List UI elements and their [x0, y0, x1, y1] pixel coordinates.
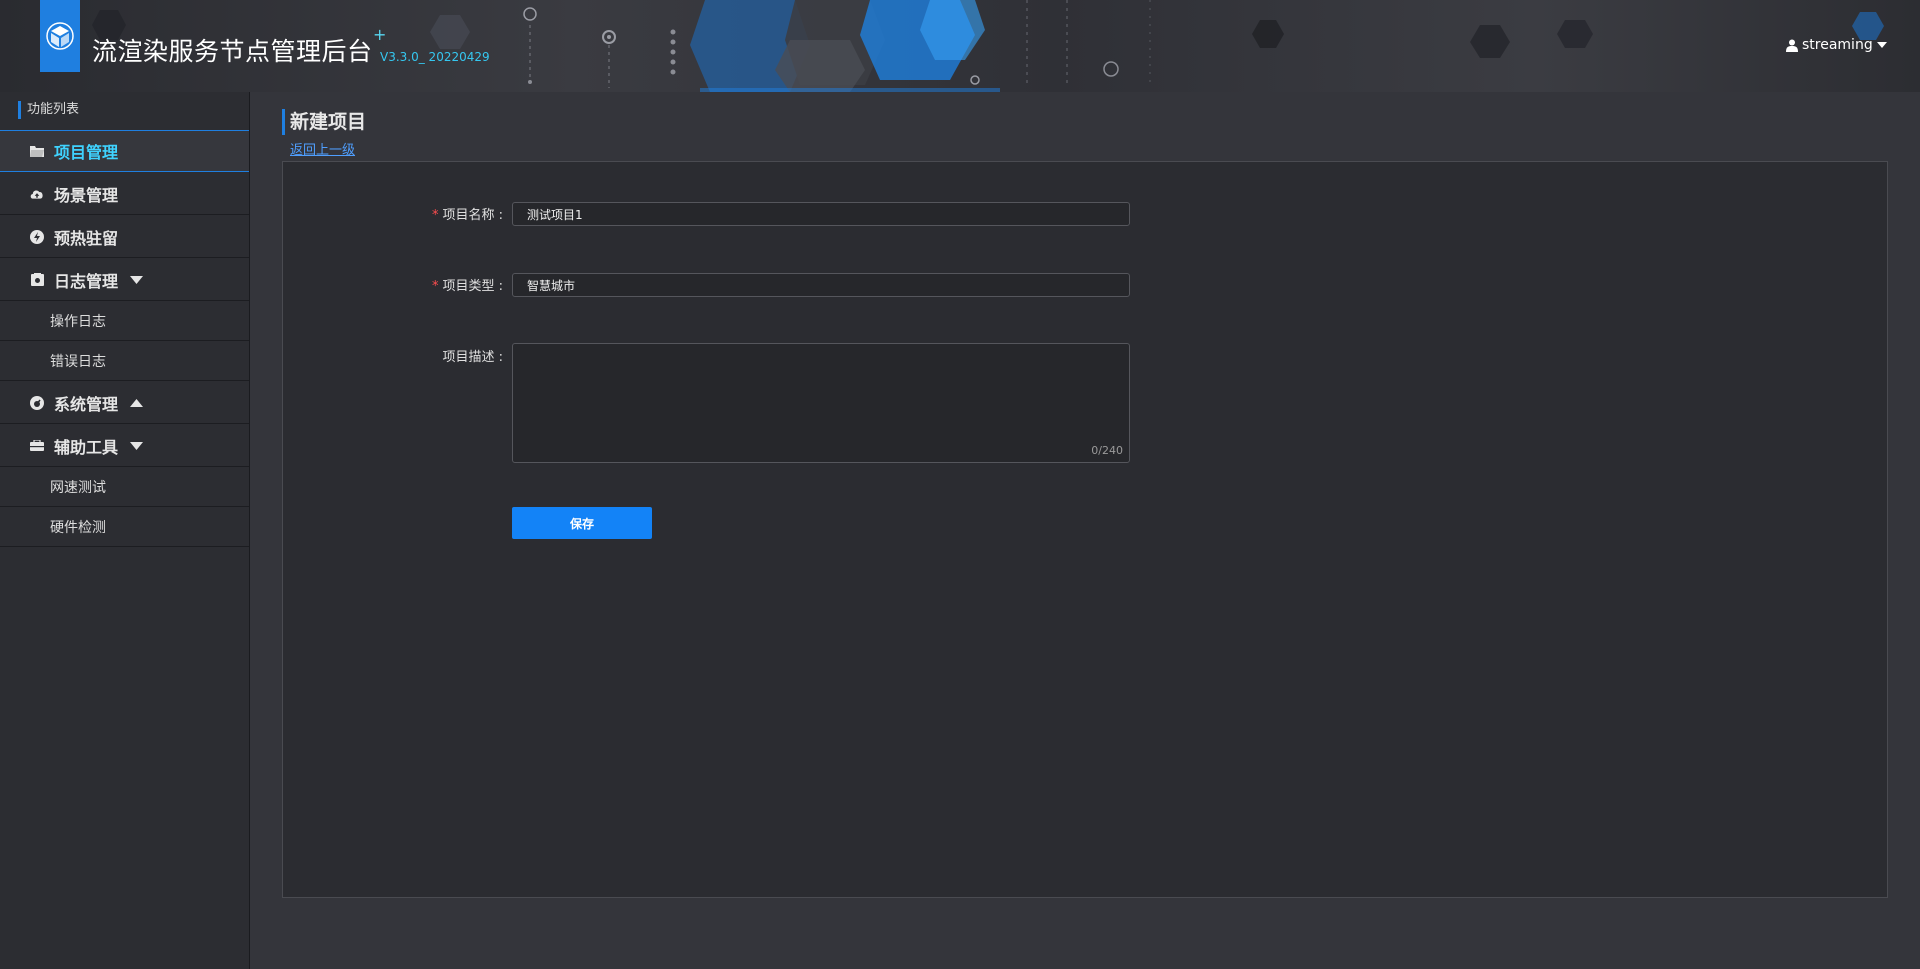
sidebar-item-label: 硬件检测	[50, 520, 106, 536]
sidebar-item-scene-management[interactable]: 场景管理	[0, 173, 249, 215]
username: streaming	[1802, 37, 1873, 53]
sidebar-item-log-management[interactable]: 日志管理	[0, 259, 249, 301]
folder-icon	[30, 144, 44, 158]
chevron-up-icon	[130, 398, 144, 407]
user-menu[interactable]: streaming	[1786, 37, 1887, 53]
app-logo	[40, 0, 80, 72]
cloud-upload-icon	[30, 187, 44, 201]
sidebar-item-label: 操作日志	[50, 314, 106, 330]
sidebar-item-network-speed-test[interactable]: 网速测试	[0, 468, 249, 507]
project-description-textarea[interactable]	[513, 344, 1129, 462]
chevron-down-icon	[130, 441, 144, 450]
new-project-form: *项目名称 : *项目类型 : 项目描述 : 0/240 保存	[282, 161, 1888, 898]
sidebar-item-label: 网速测试	[50, 480, 106, 496]
project-type-label-text: 项目类型 :	[442, 279, 503, 294]
project-type-input[interactable]	[512, 273, 1130, 297]
required-mark: *	[431, 208, 439, 223]
sidebar-item-label: 错误日志	[50, 354, 106, 370]
app-version: V3.3.0_ 20220429	[380, 50, 490, 64]
project-name-input[interactable]	[512, 202, 1130, 226]
sidebar-item-label: 预热驻留	[54, 228, 119, 248]
description-char-count: 0/240	[1091, 444, 1123, 457]
sidebar-item-operation-log[interactable]: 操作日志	[0, 302, 249, 341]
required-mark: *	[431, 279, 439, 294]
sidebar: 功能列表 项目管理 场景管理 预热驻留 日志管理 操作日志 错误日志 系统管理 …	[0, 92, 250, 969]
title-sparkle-mark: +	[373, 25, 387, 44]
page-title: 新建项目	[282, 109, 366, 135]
cube-logo-icon	[46, 22, 74, 50]
project-description-label: 项目描述 :	[442, 350, 503, 365]
sidebar-item-system-management[interactable]: 系统管理	[0, 382, 249, 424]
sidebar-item-label: 日志管理	[54, 271, 119, 291]
project-type-label: * 项目类型 :	[283, 275, 503, 294]
sidebar-heading: 功能列表	[18, 101, 79, 119]
sidebar-item-label: 辅助工具	[54, 437, 119, 457]
sidebar-item-preheat[interactable]: 预热驻留	[0, 216, 249, 258]
sidebar-item-label: 项目管理	[54, 143, 119, 162]
chevron-down-icon	[1876, 42, 1887, 48]
project-name-label: * 项目名称 :	[283, 204, 503, 223]
toolbox-icon	[30, 439, 44, 453]
top-header: 流渲染服务节点管理后台 + V3.3.0_ 20220429 streaming	[0, 0, 1920, 92]
save-button[interactable]: 保存	[512, 507, 652, 539]
log-box-icon	[30, 273, 44, 287]
sidebar-item-auxiliary-tools[interactable]: 辅助工具	[0, 425, 249, 467]
gauge-icon	[30, 395, 44, 410]
app-title: 流渲染服务节点管理后台	[92, 37, 373, 66]
project-description-field: 0/240	[512, 343, 1130, 463]
sidebar-item-error-log[interactable]: 错误日志	[0, 342, 249, 381]
sidebar-item-label: 场景管理	[54, 185, 119, 205]
project-name-label-text: 项目名称 :	[442, 208, 503, 223]
user-icon	[1786, 39, 1798, 52]
back-link[interactable]: 返回上一级	[290, 139, 355, 158]
sidebar-item-label: 系统管理	[54, 394, 119, 414]
sidebar-item-hardware-check[interactable]: 硬件检测	[0, 508, 249, 547]
sidebar-item-project-management[interactable]: 项目管理	[0, 130, 249, 172]
lightning-icon	[30, 229, 44, 244]
chevron-down-icon	[130, 275, 144, 284]
